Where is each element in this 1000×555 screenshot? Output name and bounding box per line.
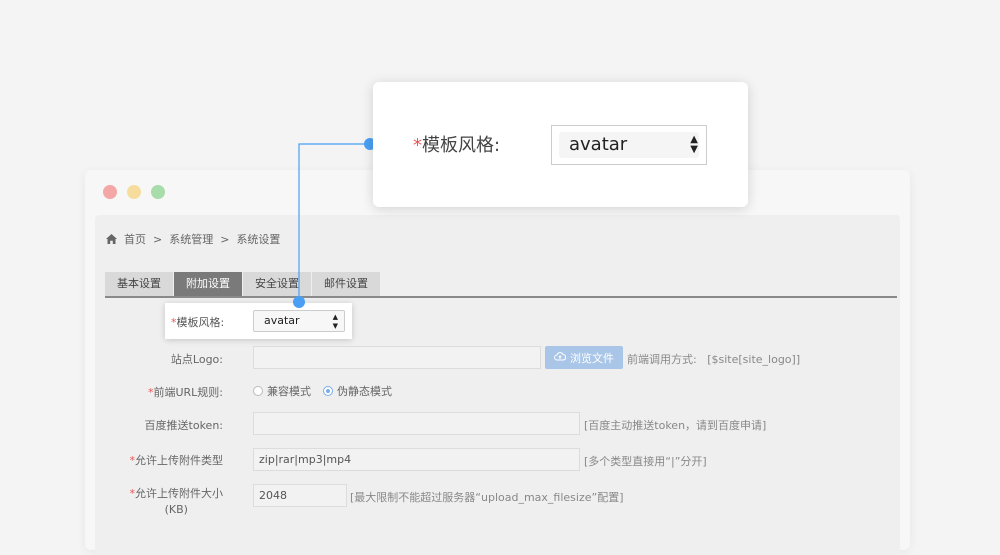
zoom-label-text: 模板风格: (422, 135, 501, 156)
zoom-callout-card: *模板风格: avatar ▲ ▼ (373, 82, 748, 207)
callout-connector (293, 138, 376, 308)
zoom-select-value-box: avatar (559, 132, 699, 158)
zoom-selected-value: avatar (569, 134, 628, 155)
zoom-template-style-select[interactable]: avatar ▲ ▼ (551, 125, 707, 165)
connector-dot-bottom (293, 296, 305, 308)
required-mark: * (413, 135, 422, 156)
zoom-template-style-label: *模板风格: (413, 131, 500, 157)
select-arrows-icon: ▲ ▼ (690, 134, 698, 155)
